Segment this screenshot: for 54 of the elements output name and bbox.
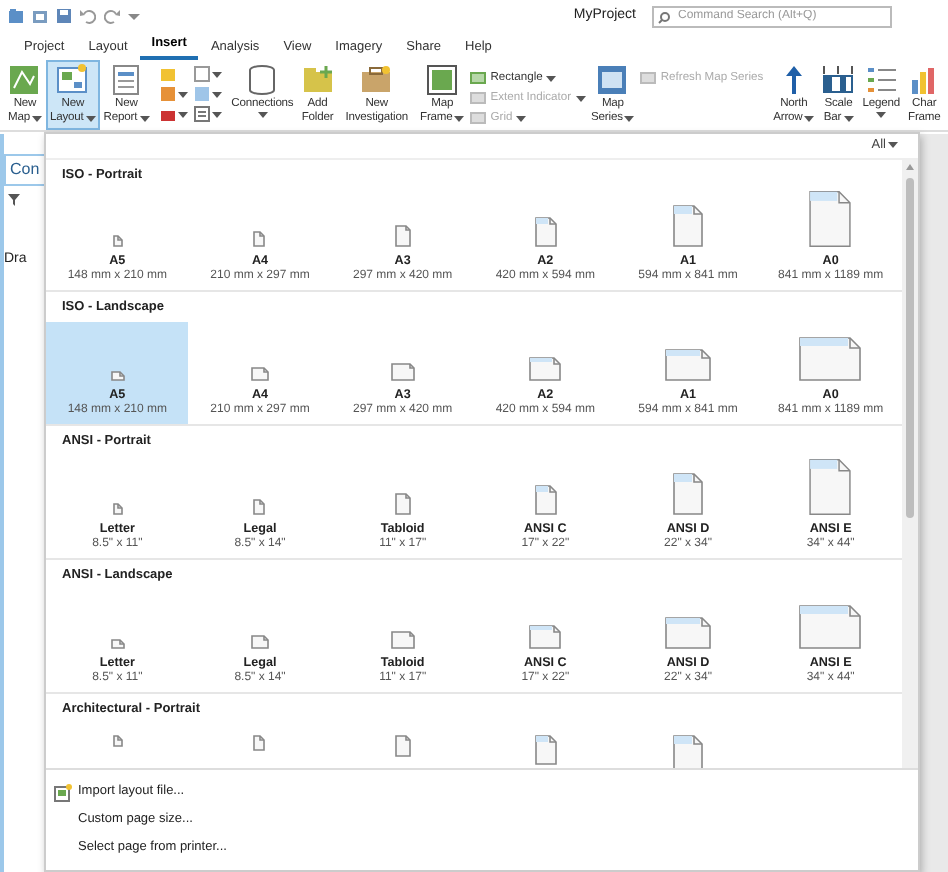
- tool-icon: [193, 106, 210, 122]
- portrait-page-icon: [252, 734, 267, 753]
- portrait-page-icon: [111, 234, 124, 249]
- caret-icon[interactable]: [128, 10, 140, 22]
- toolbar-button[interactable]: [159, 84, 188, 104]
- portrait-page-icon: [252, 230, 267, 249]
- portrait-page-icon: [671, 471, 704, 516]
- map-frame-icon: [426, 64, 459, 96]
- landscape-page-icon: [249, 366, 270, 383]
- portrait-page-icon: [111, 501, 124, 516]
- landscape-page-icon: [249, 633, 270, 650]
- landscape-page-icon: [528, 623, 563, 650]
- landscape-page-icon: [109, 370, 126, 383]
- landscape-page-icon: [663, 348, 712, 383]
- caret-icon: [888, 142, 898, 149]
- toolbar-button[interactable]: [193, 64, 222, 84]
- portrait-page-icon: [393, 224, 412, 249]
- landscape-page-icon: [528, 356, 563, 383]
- landscape-page-icon: [798, 603, 863, 650]
- filter-icon[interactable]: [8, 194, 20, 206]
- import-icon: [54, 783, 72, 801]
- portrait-page-icon: [533, 734, 558, 767]
- up-arrow-icon[interactable]: [906, 163, 914, 170]
- portrait-page-icon: [252, 497, 267, 516]
- database-icon: [246, 64, 279, 96]
- portrait-page-icon: [533, 483, 558, 516]
- landscape-page-icon: [389, 362, 416, 383]
- portrait-page-icon: [806, 190, 855, 249]
- rectangle-icon: [640, 70, 657, 86]
- landscape-page-icon: [389, 629, 416, 650]
- layout-icon: [56, 64, 89, 96]
- undo-icon[interactable]: [80, 8, 96, 24]
- toolbar-button[interactable]: [193, 84, 222, 104]
- portrait-page-icon: [806, 457, 855, 516]
- portrait-page-icon: [393, 491, 412, 516]
- save-icon[interactable]: [56, 8, 72, 24]
- legend-icon: [865, 64, 898, 96]
- search-icon: [658, 11, 670, 23]
- map-series-icon: [596, 64, 629, 96]
- report-icon: [110, 64, 143, 96]
- portrait-page-icon: [393, 734, 412, 759]
- landscape-page-icon: [109, 637, 126, 650]
- portrait-page-icon: [533, 216, 558, 249]
- scrollbar[interactable]: [902, 159, 918, 768]
- briefcase-icon: [360, 64, 393, 96]
- portrait-page-icon: [671, 204, 704, 249]
- toolbar-button[interactable]: [193, 104, 222, 124]
- portrait-page-icon: [111, 734, 124, 749]
- landscape-page-icon: [798, 336, 863, 383]
- scale-bar-icon: [822, 64, 855, 96]
- landscape-page-icon: [663, 615, 712, 650]
- map-icon: [8, 64, 41, 96]
- portrait-page-icon: [671, 734, 704, 768]
- redo-icon[interactable]: [104, 8, 120, 24]
